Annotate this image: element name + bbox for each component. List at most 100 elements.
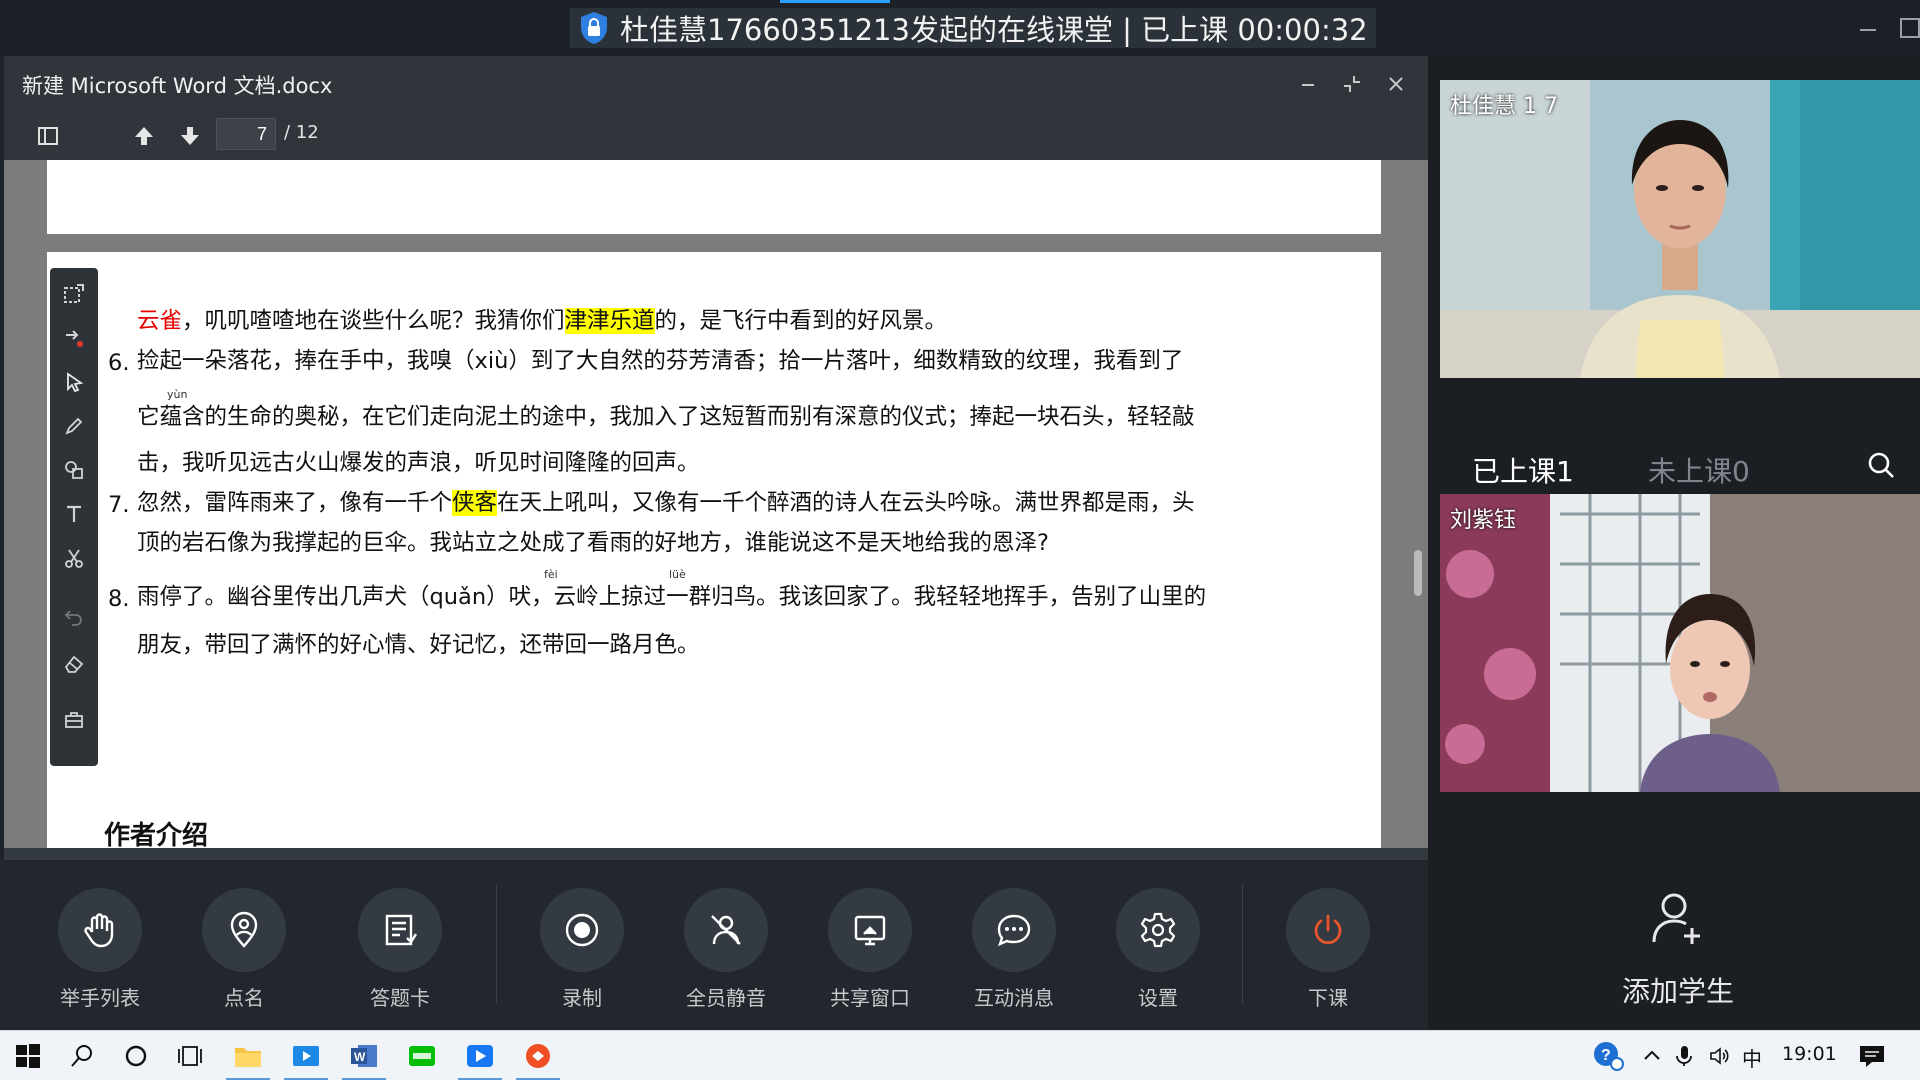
raise-hand-list-button[interactable]: 举手列表	[38, 888, 162, 1011]
doc-close-icon[interactable]	[1384, 72, 1408, 96]
answer-card-icon	[358, 888, 442, 972]
previous-page	[47, 160, 1381, 234]
tab-not-attended[interactable]: 未上课0	[1648, 450, 1750, 490]
minimize-icon[interactable]	[1856, 16, 1880, 40]
page-number-input[interactable]	[216, 118, 276, 150]
interactive-messages-button[interactable]: 互动消息	[952, 888, 1076, 1011]
document-viewer: 新建 Microsoft Word 文档.docx / 12 云雀，叽叽喳喳地在…	[4, 56, 1428, 860]
add-student-label: 添加学生	[1621, 975, 1734, 1008]
document-scrollbar[interactable]	[1414, 550, 1422, 596]
taskbar-search-icon[interactable]	[66, 1040, 98, 1072]
teacher-video[interactable]: 杜佳慧 1 7	[1440, 80, 1920, 378]
title-container: 杜佳慧17660351213发起的在线课堂 | 已上课 00:00:32	[570, 8, 1376, 48]
annotation-toolbar	[50, 268, 98, 766]
maximize-icon[interactable]	[1900, 18, 1920, 38]
pen-icon[interactable]	[62, 414, 86, 438]
add-user-icon	[1646, 886, 1710, 954]
doc-restore-icon[interactable]	[1340, 72, 1364, 96]
control-label: 下课	[1308, 986, 1348, 1010]
control-label: 设置	[1138, 986, 1178, 1010]
windows-taskbar: W ? 中 19:01	[0, 1030, 1920, 1080]
red-word: 云雀	[137, 308, 183, 334]
file-explorer-icon[interactable]	[226, 1040, 270, 1080]
shapes-icon[interactable]	[62, 458, 86, 482]
item-7-line-2: 顶的岩石像为我撑起的巨伞。我站立之处成了看雨的好地方，谁能说这不是天地给我的恩泽…	[137, 530, 1049, 556]
titlebar-accent	[780, 0, 890, 3]
add-student-button[interactable]: 添加学生	[1598, 886, 1758, 1010]
item-7-text-b: 在天上吼叫，又像有一千个醉酒的诗人在云头吟咏。满世界都是雨，头	[497, 490, 1195, 516]
current-page: 云雀，叽叽喳喳地在谈些什么呢？我猜你们津津乐道的，是飞行中看到的好风景。 6. …	[47, 252, 1381, 860]
gear-icon	[1116, 888, 1200, 972]
item-8-line-1: 雨停了。幽谷里传出几声犬（quǎn）吠，云岭上掠过一群归鸟。我该回家了。我轻轻地…	[137, 584, 1207, 610]
cortana-icon[interactable]	[120, 1040, 152, 1072]
toolbox-icon[interactable]	[62, 708, 86, 732]
tab-attended[interactable]: 已上课1	[1472, 450, 1574, 490]
task-view-icon[interactable]	[174, 1040, 206, 1072]
record-button[interactable]: 录制	[520, 888, 644, 1011]
chevron-up-icon[interactable]	[1636, 1040, 1668, 1072]
end-class-button[interactable]: 下课	[1266, 888, 1390, 1011]
window-title: 杜佳慧17660351213发起的在线课堂 | 已上课 00:00:32	[620, 13, 1368, 47]
item-8-line-2: 朋友，带回了满怀的好心情、好记忆，还带回一路月色。	[137, 632, 700, 658]
item-7-text-a: 忽然，雷阵雨来了，像有一千个	[137, 490, 453, 516]
item-8-pinyin-1: fèi	[544, 568, 558, 581]
control-label: 互动消息	[974, 986, 1054, 1010]
help-icon[interactable]: ?	[1592, 1040, 1624, 1072]
doc-minimize-icon[interactable]	[1296, 72, 1320, 96]
teacher-video-feed	[1440, 80, 1920, 378]
scissors-icon[interactable]	[62, 546, 86, 570]
eraser-icon[interactable]	[62, 652, 86, 676]
item-6-pinyin: yùn	[167, 388, 188, 401]
teacher-name: 杜佳慧 1 7	[1450, 94, 1558, 119]
answer-card-button[interactable]: 答题卡	[338, 888, 462, 1011]
word-icon[interactable]: W	[342, 1040, 386, 1080]
student-video-feed	[1440, 494, 1920, 792]
svg-text:?: ?	[1601, 1047, 1611, 1064]
select-region-icon[interactable]	[62, 282, 86, 306]
sidebar-toggle-icon[interactable]	[34, 122, 62, 150]
undo-icon[interactable]	[62, 604, 86, 628]
control-label: 举手列表	[60, 986, 140, 1010]
svg-text:W: W	[354, 1050, 366, 1064]
power-icon	[1286, 888, 1370, 972]
windows-start-icon[interactable]	[12, 1040, 44, 1072]
volume-icon[interactable]	[1704, 1040, 1736, 1072]
cursor-icon[interactable]	[62, 370, 86, 394]
student-name: 刘紫钰	[1450, 508, 1517, 533]
student-video[interactable]: 刘紫钰	[1440, 494, 1920, 792]
page-down-icon[interactable]	[176, 122, 204, 150]
paragraph-line-1: 云雀，叽叽喳喳地在谈些什么呢？我猜你们津津乐道的，是飞行中看到的好风景。	[137, 306, 947, 336]
class-controls-bar: 举手列表 点名 答题卡 录制 全员静音 共享窗口 互动消息 设置 下课	[0, 860, 1428, 1030]
mute-all-button[interactable]: 全员静音	[664, 888, 788, 1011]
page-up-icon[interactable]	[130, 122, 158, 150]
settings-button[interactable]: 设置	[1096, 888, 1220, 1011]
mute-all-icon	[684, 888, 768, 972]
control-label: 录制	[562, 986, 602, 1010]
share-window-button[interactable]: 共享窗口	[808, 888, 932, 1011]
ime-indicator[interactable]: 中	[1742, 1043, 1762, 1072]
iqiyi-icon[interactable]	[406, 1040, 438, 1072]
item-7-line-1: 忽然，雷阵雨来了，像有一千个侠客在天上吼叫，又像有一千个醉酒的诗人在云头吟咏。满…	[137, 488, 1195, 518]
item-6-line-1: 捡起一朵落花，捧在手中，我嗅（xiù）到了大自然的芬芳清香；拾一片落叶，细数精致…	[137, 348, 1184, 374]
location-pin-icon	[202, 888, 286, 972]
microphone-icon[interactable]	[1668, 1040, 1700, 1072]
classroom-app-icon[interactable]	[516, 1040, 560, 1080]
roll-call-button[interactable]: 点名	[182, 888, 306, 1011]
control-label: 共享窗口	[830, 986, 910, 1010]
laser-pointer-icon[interactable]	[62, 326, 86, 350]
search-icon[interactable]	[1866, 450, 1896, 480]
text-tool-icon[interactable]	[62, 502, 86, 526]
video-app-icon[interactable]	[284, 1040, 328, 1080]
item-6-line-3: 击，我听见远古火山爆发的声浪，听见时间隆隆的回声。	[137, 450, 700, 476]
item-6-number: 6.	[108, 350, 130, 376]
participants-panel: 杜佳慧 1 7 已上课1 未上课0 刘紫钰 添加学生	[1428, 56, 1920, 1030]
notification-icon[interactable]	[1856, 1040, 1888, 1072]
window-titlebar: 杜佳慧17660351213发起的在线课堂 | 已上课 00:00:32	[0, 0, 1920, 56]
clock[interactable]: 19:01	[1782, 1043, 1837, 1065]
media-player-icon[interactable]	[458, 1040, 502, 1080]
controls-separator	[496, 884, 497, 1004]
document-canvas[interactable]: 云雀，叽叽喳喳地在谈些什么呢？我猜你们津津乐道的，是飞行中看到的好风景。 6. …	[4, 160, 1428, 860]
document-titlebar: 新建 Microsoft Word 文档.docx	[4, 56, 1428, 112]
chat-bubble-icon	[972, 888, 1056, 972]
highlight-word: 津津乐道	[564, 308, 655, 334]
